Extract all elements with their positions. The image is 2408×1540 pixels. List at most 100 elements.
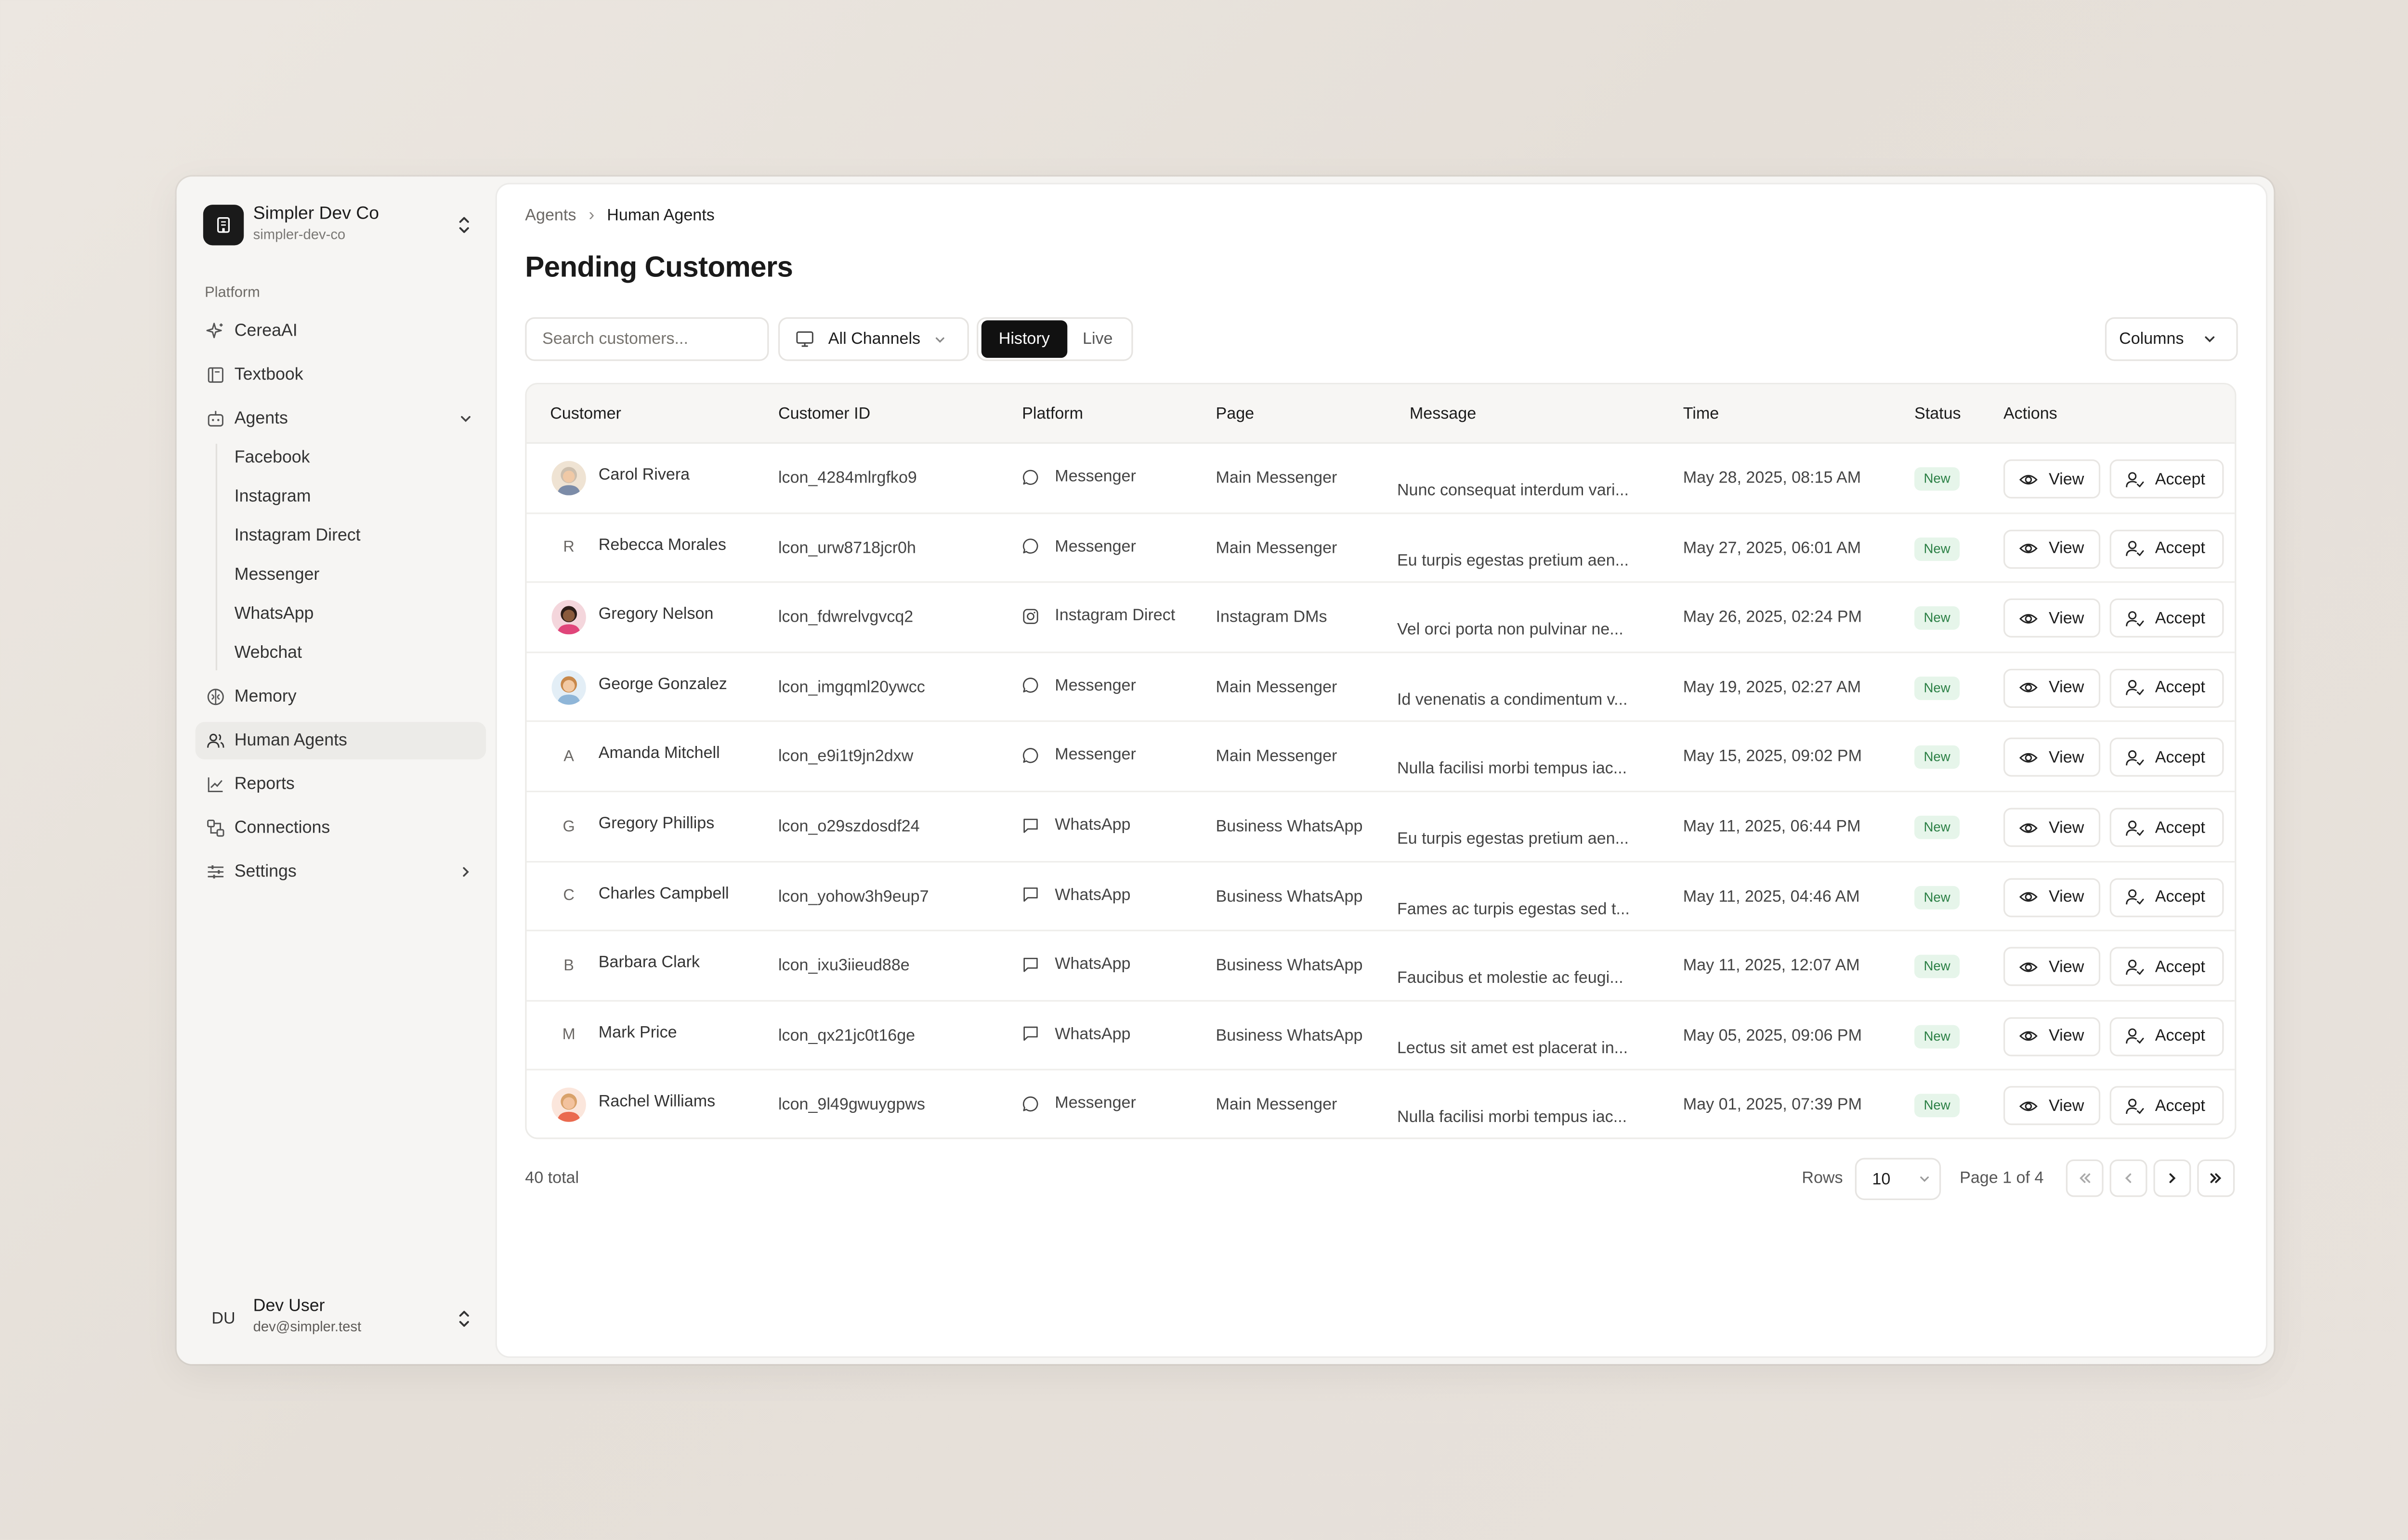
tab-history[interactable]: History: [981, 320, 1067, 358]
message-circle-icon: [1022, 1095, 1047, 1112]
app-window: Simpler Dev Co simpler-dev-co Platform C…: [176, 176, 2274, 1364]
page-name: Main Messenger: [1216, 678, 1337, 697]
table-row[interactable]: B Barbara Clark lcon_ixu3iieud88e WhatsA…: [526, 932, 2235, 1001]
eye-icon: [2019, 753, 2038, 763]
message-circle-icon: [1022, 468, 1047, 485]
rows-per-page-select[interactable]: 10: [1855, 1158, 1941, 1201]
customer-name: Carol Rivera: [598, 465, 690, 484]
first-page-button[interactable]: [2066, 1159, 2104, 1197]
sidebar-item-agents[interactable]: Agents: [196, 400, 486, 438]
tab-live[interactable]: Live: [1067, 320, 1128, 358]
accept-label: Accept: [2155, 679, 2205, 698]
table-row[interactable]: George Gonzalez lcon_imgqml20ywcc Messen…: [526, 653, 2235, 723]
org-switcher[interactable]: Simpler Dev Co simpler-dev-co: [203, 203, 484, 247]
sidebar-item-cereaai[interactable]: CereaAI: [196, 313, 486, 350]
main-content: Agents › Human Agents Pending Customers …: [497, 184, 2266, 1357]
accept-button[interactable]: Accept: [2109, 808, 2224, 847]
view-button[interactable]: View: [2003, 668, 2101, 708]
last-page-button[interactable]: [2197, 1159, 2235, 1197]
message-preview: Eu turpis egestas pretium aen...: [1397, 830, 1629, 848]
columns-button[interactable]: Columns: [2105, 317, 2238, 361]
customer-name: Charles Campbell: [598, 884, 729, 903]
table-row[interactable]: G Gregory Phillips lcon_o29szdosdf24 Wha…: [526, 792, 2235, 862]
chevron-right-icon: [2169, 1173, 2176, 1183]
channel-filter-dropdown[interactable]: All Channels: [778, 317, 969, 361]
table-row[interactable]: Gregory Nelson lcon_fdwrelvgvcq2 Instagr…: [526, 583, 2235, 653]
sidebar-subitem-whatsapp[interactable]: WhatsApp: [235, 599, 314, 630]
previous-page-button[interactable]: [2109, 1159, 2147, 1197]
page-name: Business WhatsApp: [1216, 956, 1363, 976]
user-check-icon: [2126, 1029, 2144, 1044]
platform-cell: Messenger: [1022, 467, 1136, 486]
sidebar-subitem-webchat[interactable]: Webchat: [235, 638, 302, 669]
sidebar-item-memory[interactable]: Memory: [196, 678, 486, 716]
accept-label: Accept: [2155, 818, 2205, 837]
building-icon: [203, 205, 244, 246]
platform-label: Messenger: [1055, 536, 1136, 556]
view-button[interactable]: View: [2003, 529, 2101, 568]
avatar: [551, 670, 586, 705]
view-button[interactable]: View: [2003, 599, 2101, 638]
sidebar-item-textbook[interactable]: Textbook: [196, 356, 486, 394]
customer-name: Barbara Clark: [598, 953, 700, 972]
sidebar-item-connections[interactable]: Connections: [196, 809, 486, 847]
page-name: Main Messenger: [1216, 1096, 1337, 1115]
view-label: View: [2049, 470, 2084, 489]
sidebar-subitem-facebook[interactable]: Facebook: [235, 442, 310, 473]
sidebar-item-settings[interactable]: Settings: [196, 853, 486, 891]
view-button[interactable]: View: [2003, 1086, 2101, 1126]
status-badge: New: [1914, 606, 1960, 630]
chevron-down-icon: [2205, 336, 2215, 342]
sidebar-item-reports[interactable]: Reports: [196, 766, 486, 803]
table-row[interactable]: Carol Rivera lcon_4284mlrgfko9 Messenger…: [526, 444, 2235, 513]
view-label: View: [2049, 1096, 2084, 1116]
view-button[interactable]: View: [2003, 459, 2101, 499]
user-check-icon: [2126, 541, 2144, 557]
search-input[interactable]: [525, 317, 769, 361]
message-preview: Fames ac turpis egestas sed t...: [1397, 899, 1630, 918]
accept-button[interactable]: Accept: [2109, 1086, 2224, 1126]
next-page-button[interactable]: [2153, 1159, 2191, 1197]
table-row[interactable]: M Mark Price lcon_qx21jc0t16ge WhatsApp …: [526, 1001, 2235, 1071]
breadcrumb-agents[interactable]: Agents: [525, 206, 576, 225]
platform-cell: Messenger: [1022, 746, 1136, 765]
platform-label: Messenger: [1055, 1094, 1136, 1113]
customer-id: lcon_fdwrelvgvcq2: [778, 608, 914, 627]
view-button[interactable]: View: [2003, 808, 2101, 847]
column-header-actions: Actions: [2003, 405, 2057, 424]
status-badge: New: [1914, 1094, 1960, 1118]
sidebar-item-human-agents[interactable]: Human Agents: [195, 722, 486, 760]
user-check-icon: [2126, 471, 2144, 487]
table-row[interactable]: A Amanda Mitchell lcon_e9i1t9jn2dxw Mess…: [526, 722, 2235, 792]
avatar: C: [563, 887, 575, 905]
sidebar-subitem-instagram[interactable]: Instagram: [235, 481, 311, 512]
accept-label: Accept: [2155, 609, 2205, 628]
sidebar-subitem-messenger[interactable]: Messenger: [235, 560, 320, 591]
accept-button[interactable]: Accept: [2109, 877, 2224, 917]
sidebar-subitem-instagram-direct[interactable]: Instagram Direct: [235, 521, 361, 552]
accept-button[interactable]: Accept: [2109, 738, 2224, 777]
view-button[interactable]: View: [2003, 738, 2101, 777]
accept-button[interactable]: Accept: [2109, 947, 2224, 987]
avatar: [551, 1088, 586, 1123]
table-row[interactable]: R Rebecca Morales lcon_urw8718jcr0h Mess…: [526, 513, 2235, 583]
accept-button[interactable]: Accept: [2109, 459, 2224, 499]
platform-label: Messenger: [1055, 467, 1136, 486]
page-title: Pending Customers: [525, 250, 793, 283]
table-row[interactable]: C Charles Campbell lcon_yohow3h9eup7 Wha…: [526, 862, 2235, 932]
view-button[interactable]: View: [2003, 877, 2101, 917]
accept-button[interactable]: Accept: [2109, 1017, 2224, 1056]
accept-label: Accept: [2155, 1096, 2205, 1116]
accept-button[interactable]: Accept: [2109, 599, 2224, 638]
user-name: Dev User: [253, 1297, 325, 1316]
table-row[interactable]: Rachel Williams lcon_9l49gwuygpws Messen…: [527, 1071, 2235, 1137]
bot-icon: [205, 409, 225, 429]
user-menu[interactable]: DU Dev User dev@simpler.test: [203, 1297, 484, 1341]
message-circle-icon: [1022, 538, 1047, 555]
accept-button[interactable]: Accept: [2109, 529, 2224, 568]
view-button[interactable]: View: [2003, 1017, 2101, 1056]
status-badge: New: [1914, 467, 1960, 491]
view-button[interactable]: View: [2003, 947, 2101, 987]
page-name: Business WhatsApp: [1216, 1026, 1363, 1045]
accept-button[interactable]: Accept: [2109, 668, 2224, 708]
